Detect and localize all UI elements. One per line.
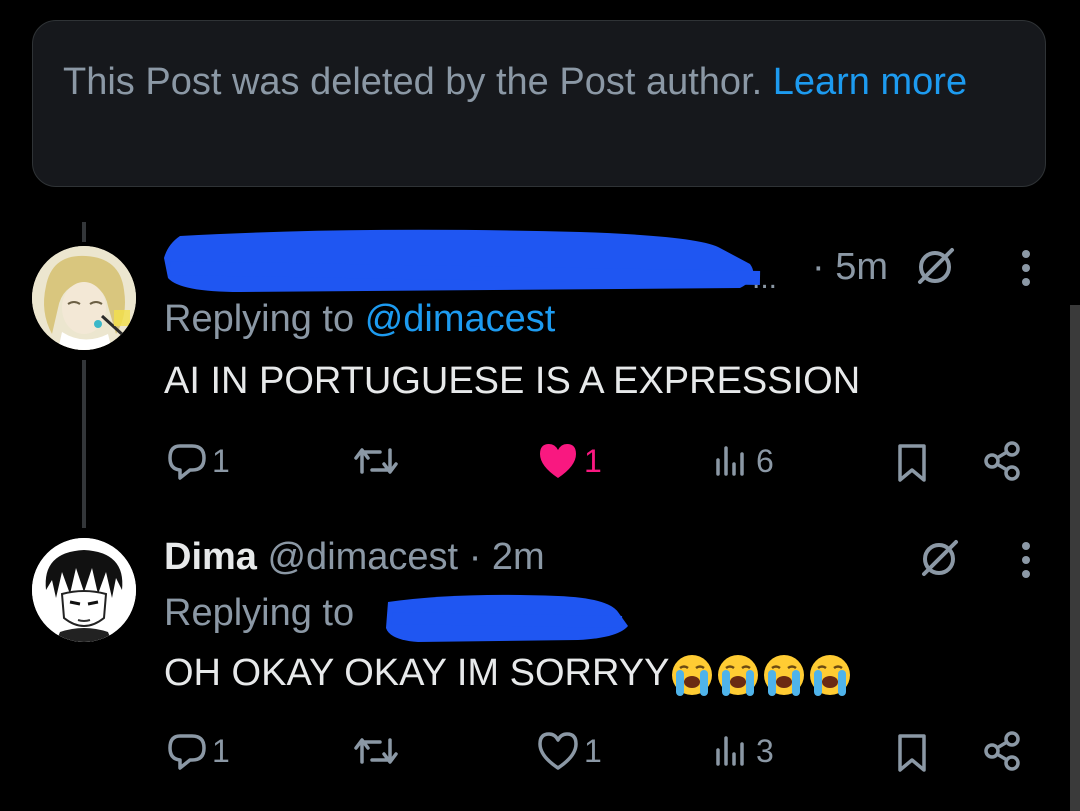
handle[interactable]: @dimacest <box>267 536 458 578</box>
deleted-notice-text: This Post was deleted by the Post author… <box>63 61 763 103</box>
post-text-line: OH OKAY OKAY IM SORRYY <box>164 652 853 698</box>
replying-to: Replying to @dimacest <box>164 298 555 341</box>
avatar[interactable] <box>32 246 136 350</box>
views-icon <box>716 446 744 476</box>
redacted-handle <box>386 594 628 642</box>
grok-icon[interactable] <box>918 536 962 580</box>
share-icon[interactable] <box>982 440 1024 482</box>
post-text: OH OKAY OKAY IM SORRYY <box>164 652 670 695</box>
redacted-username <box>164 229 761 292</box>
repost-icon <box>354 448 398 474</box>
thread-line-middle <box>82 360 86 528</box>
reply-icon <box>168 444 206 480</box>
repost-button[interactable] <box>352 730 400 772</box>
learn-more-link[interactable]: Learn more <box>773 61 967 103</box>
more-icon[interactable] <box>1018 246 1034 290</box>
replying-handle-link[interactable]: @dimacest <box>365 298 556 340</box>
views-count: 3 <box>756 732 774 769</box>
scrollbar[interactable] <box>1070 305 1080 811</box>
replying-prefix: Replying to <box>164 298 355 340</box>
grok-icon[interactable] <box>914 244 958 288</box>
views-button[interactable]: 6 <box>712 440 774 482</box>
replying-prefix: Replying to <box>164 592 355 634</box>
loudly-crying-face-icon <box>764 655 805 696</box>
repost-button[interactable] <box>352 440 400 482</box>
more-icon[interactable] <box>1018 538 1034 582</box>
timestamp[interactable]: · 5m <box>812 246 888 289</box>
name-ellipsis: ... <box>752 262 778 295</box>
thread-line-top <box>82 222 86 242</box>
loudly-crying-face-icon <box>672 655 713 696</box>
reply-button[interactable]: 1 <box>166 440 230 482</box>
reply-count: 1 <box>212 732 230 769</box>
bookmark-icon[interactable] <box>894 442 930 484</box>
author-line: Dima @dimacest · 2m <box>164 536 545 579</box>
reply-icon <box>168 734 206 770</box>
like-count: 1 <box>584 732 602 769</box>
views-icon <box>716 736 744 766</box>
heart-icon <box>540 444 576 478</box>
repost-icon <box>354 738 398 764</box>
heart-icon <box>538 732 578 770</box>
timestamp[interactable]: · 2m <box>469 536 545 578</box>
avatar[interactable] <box>32 538 136 642</box>
like-count: 1 <box>584 442 602 479</box>
views-button[interactable]: 3 <box>712 730 774 772</box>
like-button[interactable]: 1 <box>536 730 602 772</box>
display-name[interactable]: Dima <box>164 536 257 578</box>
post-text: AI IN PORTUGUESE IS A EXPRESSION <box>164 360 861 402</box>
share-icon[interactable] <box>982 730 1024 772</box>
bookmark-icon[interactable] <box>894 732 930 774</box>
like-button[interactable]: 1 <box>536 440 602 482</box>
deleted-post-notice: This Post was deleted by the Post author… <box>32 20 1046 187</box>
reply-button[interactable]: 1 <box>166 730 230 772</box>
loudly-crying-face-icon <box>810 655 851 696</box>
loudly-crying-face-icon <box>718 655 759 696</box>
reply-count: 1 <box>212 442 230 479</box>
emoji-row <box>669 652 853 696</box>
views-count: 6 <box>756 442 774 479</box>
